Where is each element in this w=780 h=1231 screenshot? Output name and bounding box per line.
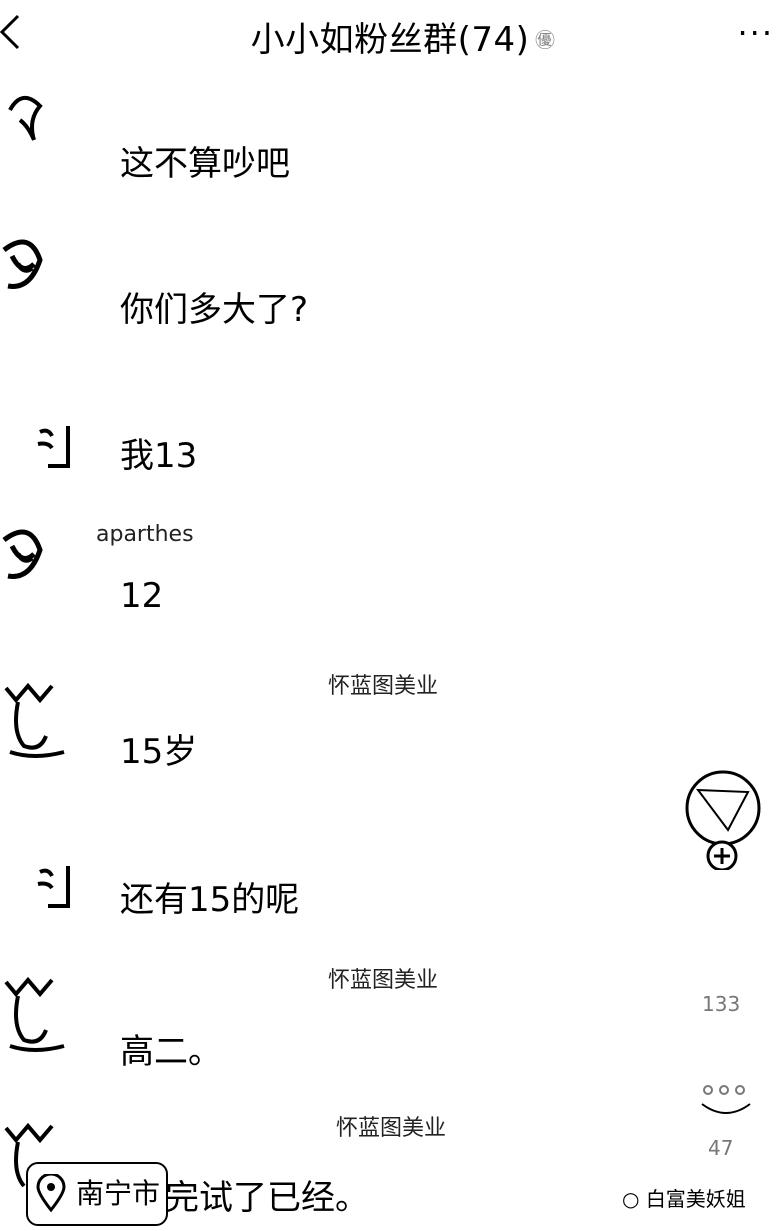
more-options-button[interactable]: ··· [737,14,774,52]
message-text: 12 [120,576,164,616]
wechat-icon: ○ [622,1187,640,1211]
sender-name: 怀蓝图美业 [328,968,439,993]
floating-sticker-button[interactable] [678,770,768,872]
message-row: 怀蓝图美业 高二。 [0,962,600,1072]
message-text: 高二。 [120,1032,222,1072]
avatar[interactable] [0,674,76,762]
message-text: 还有15的呢 [120,880,300,920]
sender-name: 怀蓝图美业 [328,674,439,699]
message-row: 我13 [0,400,600,500]
avatar[interactable] [0,230,76,318]
chat-header: 小小如粉丝群(74) ㊝ ··· [0,0,780,70]
message-row: 这不算吵吧 [0,80,600,200]
message-row: 还有15的呢 [0,840,600,940]
message-text: 完试了已经。 [165,1178,369,1218]
message-row: aparthes 12 [0,520,600,620]
reaction-count: 133 [702,992,741,1016]
sender-name: 怀蓝图美业 [336,1116,447,1141]
avatar[interactable] [0,846,76,934]
avatar[interactable] [0,80,76,168]
comment-icon[interactable] [696,1082,756,1122]
chat-title: 小小如粉丝群(74) [250,20,530,60]
watermark-text: 白富美妖姐 [645,1187,746,1211]
avatar[interactable] [0,520,76,608]
message-text: 我13 [120,436,198,476]
avatar[interactable] [0,406,76,494]
avatar[interactable] [0,968,76,1056]
message-text: 你们多大了? [120,290,309,330]
location-label: 南宁市 [76,1177,161,1210]
mute-icon: ㊝ [535,28,555,52]
watermark: ○ 白富美妖姐 [622,1183,746,1212]
location-pin-icon [36,1174,66,1212]
message-text: 这不算吵吧 [120,144,290,184]
message-row: 怀蓝图美业 15岁 [0,668,600,778]
comment-count: 47 [708,1136,734,1160]
message-row: 你们多大了? [0,230,600,350]
sender-name: aparthes [96,522,194,547]
message-text: 15岁 [120,732,198,772]
